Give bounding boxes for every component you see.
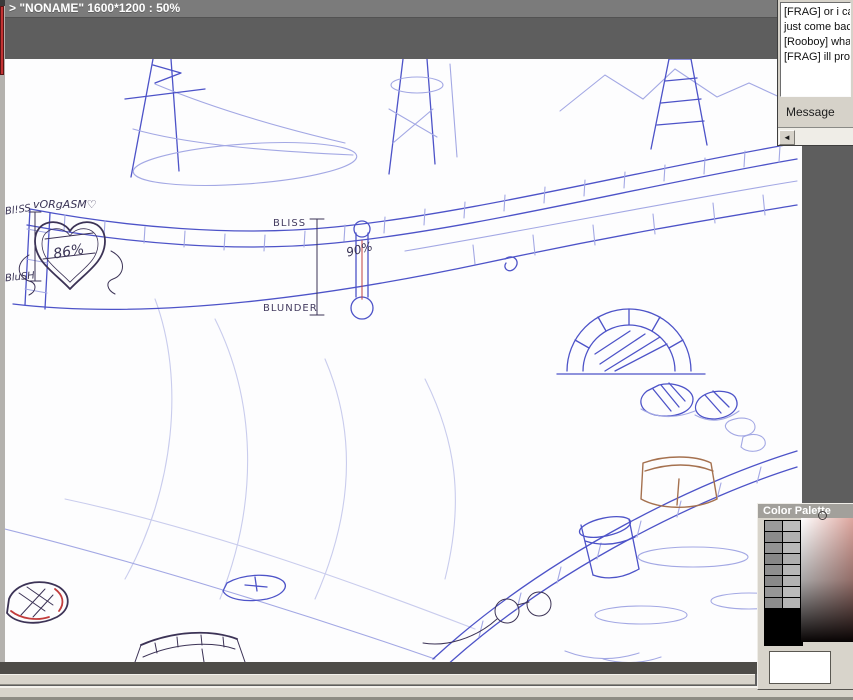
swatch-grid xyxy=(765,521,802,608)
palette-swatch[interactable] xyxy=(765,576,782,586)
canvas-text-bliss: BLISS xyxy=(273,218,306,229)
swatch-area xyxy=(764,520,803,646)
current-color-swatch[interactable] xyxy=(769,651,831,684)
palette-swatch[interactable] xyxy=(783,532,800,542)
chat-message: [FRAG] ill prob xyxy=(784,51,851,63)
color-palette-titlebar[interactable]: Color Palette xyxy=(758,504,853,518)
palette-swatch[interactable] xyxy=(765,532,782,542)
chat-message-label: Message xyxy=(786,105,835,119)
chat-log[interactable]: [FRAG] or i ca just come bac [Rooboy] wha [… xyxy=(780,2,851,97)
left-strip-red-marker xyxy=(0,6,4,75)
canvas-text-blunder: BLUNDER xyxy=(263,303,318,314)
palette-swatch[interactable] xyxy=(765,565,782,575)
palette-swatch[interactable] xyxy=(783,565,800,575)
chat-message-bar: Message xyxy=(778,97,853,127)
chat-horizontal-scrollbar[interactable]: ◄ xyxy=(778,127,853,145)
palette-swatch[interactable] xyxy=(765,554,782,564)
scroll-left-arrow-icon[interactable]: ◄ xyxy=(779,130,795,145)
canvas-text-bliss-left: Bl!SS xyxy=(5,203,32,218)
palette-swatch[interactable] xyxy=(765,587,782,597)
canvas-text-90pct: 90% xyxy=(345,239,374,259)
sketch-artwork: BLISS BLUNDER ORGASM ORGASM 90% Bl!SS vO… xyxy=(5,59,798,662)
palette-swatch[interactable] xyxy=(783,587,800,597)
window-bottom-bar xyxy=(0,686,853,700)
palette-swatch[interactable] xyxy=(783,543,800,553)
palette-swatch[interactable] xyxy=(783,576,800,586)
color-palette-body xyxy=(758,511,853,689)
gradient-selector-ring[interactable] xyxy=(818,511,827,520)
palette-swatch[interactable] xyxy=(783,598,800,608)
app-window: > "NONAME" 1600*1200 : 50% BLISS BLUNDER… xyxy=(0,0,853,700)
canvas-text-heart-caption: vORgASM♡ xyxy=(33,198,97,211)
drawing-canvas[interactable]: BLISS BLUNDER ORGASM ORGASM 90% Bl!SS vO… xyxy=(5,59,802,662)
palette-swatch[interactable] xyxy=(783,521,800,531)
canvas-bottom-shadow xyxy=(0,662,757,674)
gradient-picker[interactable] xyxy=(801,518,853,642)
chat-message: [Rooboy] wha xyxy=(784,36,851,48)
palette-swatch[interactable] xyxy=(765,598,782,608)
canvas-text-orgasm-dark: ORGASM xyxy=(338,228,347,293)
chat-message: just come bac xyxy=(784,21,851,33)
chat-message: [FRAG] or i ca xyxy=(784,6,851,18)
palette-swatch[interactable] xyxy=(765,521,782,531)
canvas-text-86pct: 86% xyxy=(52,241,85,262)
palette-swatch[interactable] xyxy=(765,543,782,553)
canvas-text-orgasm-blue: ORGASM xyxy=(325,224,334,289)
chat-panel: [FRAG] or i ca just come bac [Rooboy] wha [… xyxy=(777,0,853,146)
color-palette-panel: Color Palette xyxy=(757,503,853,690)
canvas-horizontal-scrollbar[interactable] xyxy=(0,674,755,685)
palette-swatch[interactable] xyxy=(783,554,800,564)
window-titlebar[interactable]: > "NONAME" 1600*1200 : 50% xyxy=(0,0,853,18)
